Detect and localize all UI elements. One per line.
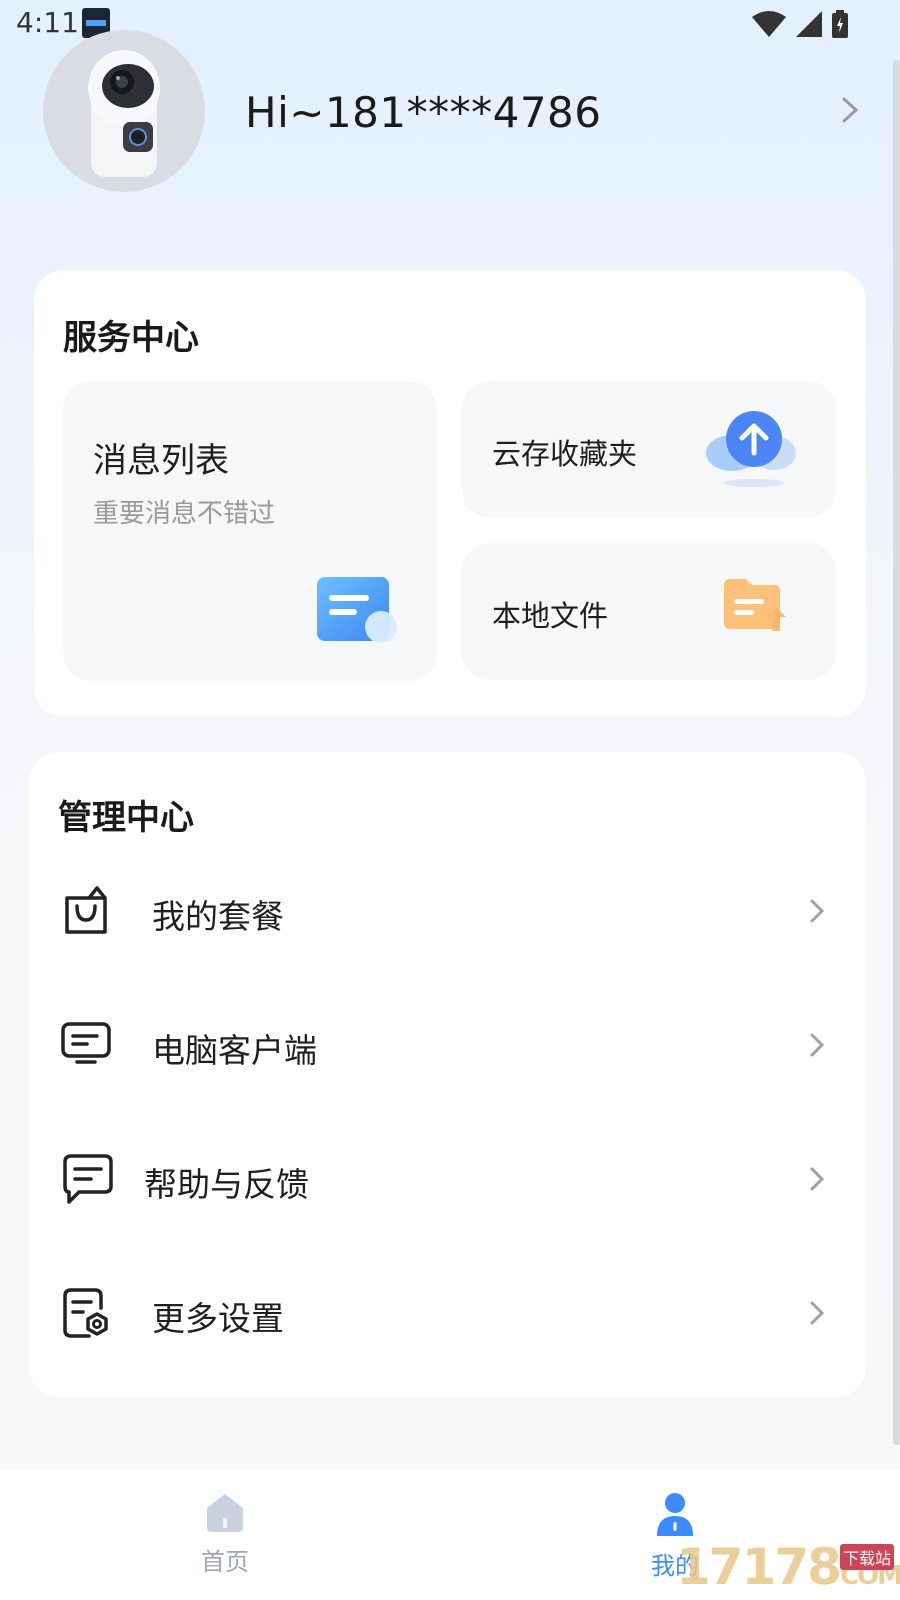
menu-item-more-settings[interactable]: 更多设置	[29, 1264, 866, 1364]
menu-item-my-plan[interactable]: 我的套餐	[29, 862, 866, 962]
message-list-tile[interactable]: 消息列表 重要消息不错过	[63, 381, 437, 681]
menu-item-label: 帮助与反馈	[144, 1165, 309, 1204]
chevron-right-icon[interactable]	[838, 95, 862, 125]
tab-home[interactable]: 首页	[155, 1492, 295, 1577]
user-icon	[657, 1493, 693, 1536]
menu-item-pc-client[interactable]: 电脑客户端	[29, 996, 866, 1096]
profile-header[interactable]: Hi~181****4786	[0, 30, 900, 200]
camera-device-icon	[88, 50, 160, 177]
message-list-title: 消息列表	[93, 441, 229, 481]
chevron-right-icon	[810, 1167, 825, 1191]
chevron-right-icon	[810, 1033, 825, 1057]
menu-item-help-feedback[interactable]: 帮助与反馈	[29, 1130, 866, 1230]
cloud-favorites-label: 云存收藏夹	[492, 437, 638, 471]
username: Hi~181****4786	[245, 88, 602, 137]
settings-document-icon	[63, 1288, 108, 1338]
local-files-label: 本地文件	[492, 599, 609, 633]
watermark-badge: 下载站	[840, 1544, 895, 1570]
service-center-title: 服务中心	[63, 318, 199, 358]
chat-bubble-icon	[63, 1154, 113, 1204]
chevron-right-icon	[810, 1301, 825, 1325]
management-center-card: 管理中心 我的套餐 电脑客户端 帮助与反馈 更多设置	[29, 752, 866, 1397]
avatar[interactable]	[43, 30, 205, 192]
cloud-favorites-tile[interactable]: 云存收藏夹	[462, 381, 836, 518]
home-icon	[207, 1494, 243, 1532]
watermark-text: 17178	[676, 1538, 842, 1596]
menu-item-label: 电脑客户端	[152, 1031, 317, 1070]
menu-item-label: 更多设置	[152, 1299, 284, 1338]
local-files-tile[interactable]: 本地文件	[462, 543, 836, 680]
menu-item-label: 我的套餐	[152, 897, 284, 936]
message-icon	[317, 577, 397, 643]
cloud-upload-icon	[706, 411, 796, 487]
folder-upload-icon	[724, 579, 786, 631]
scrollbar[interactable]	[893, 60, 900, 1445]
shopping-bag-icon	[65, 886, 107, 934]
management-center-title: 管理中心	[58, 798, 194, 838]
service-center-card: 服务中心 消息列表 重要消息不错过 云存收藏夹 本地文件	[34, 270, 866, 717]
tab-home-label: 首页	[201, 1548, 249, 1576]
monitor-icon	[61, 1022, 111, 1064]
message-list-subtitle: 重要消息不错过	[93, 499, 276, 529]
chevron-right-icon	[810, 899, 825, 923]
